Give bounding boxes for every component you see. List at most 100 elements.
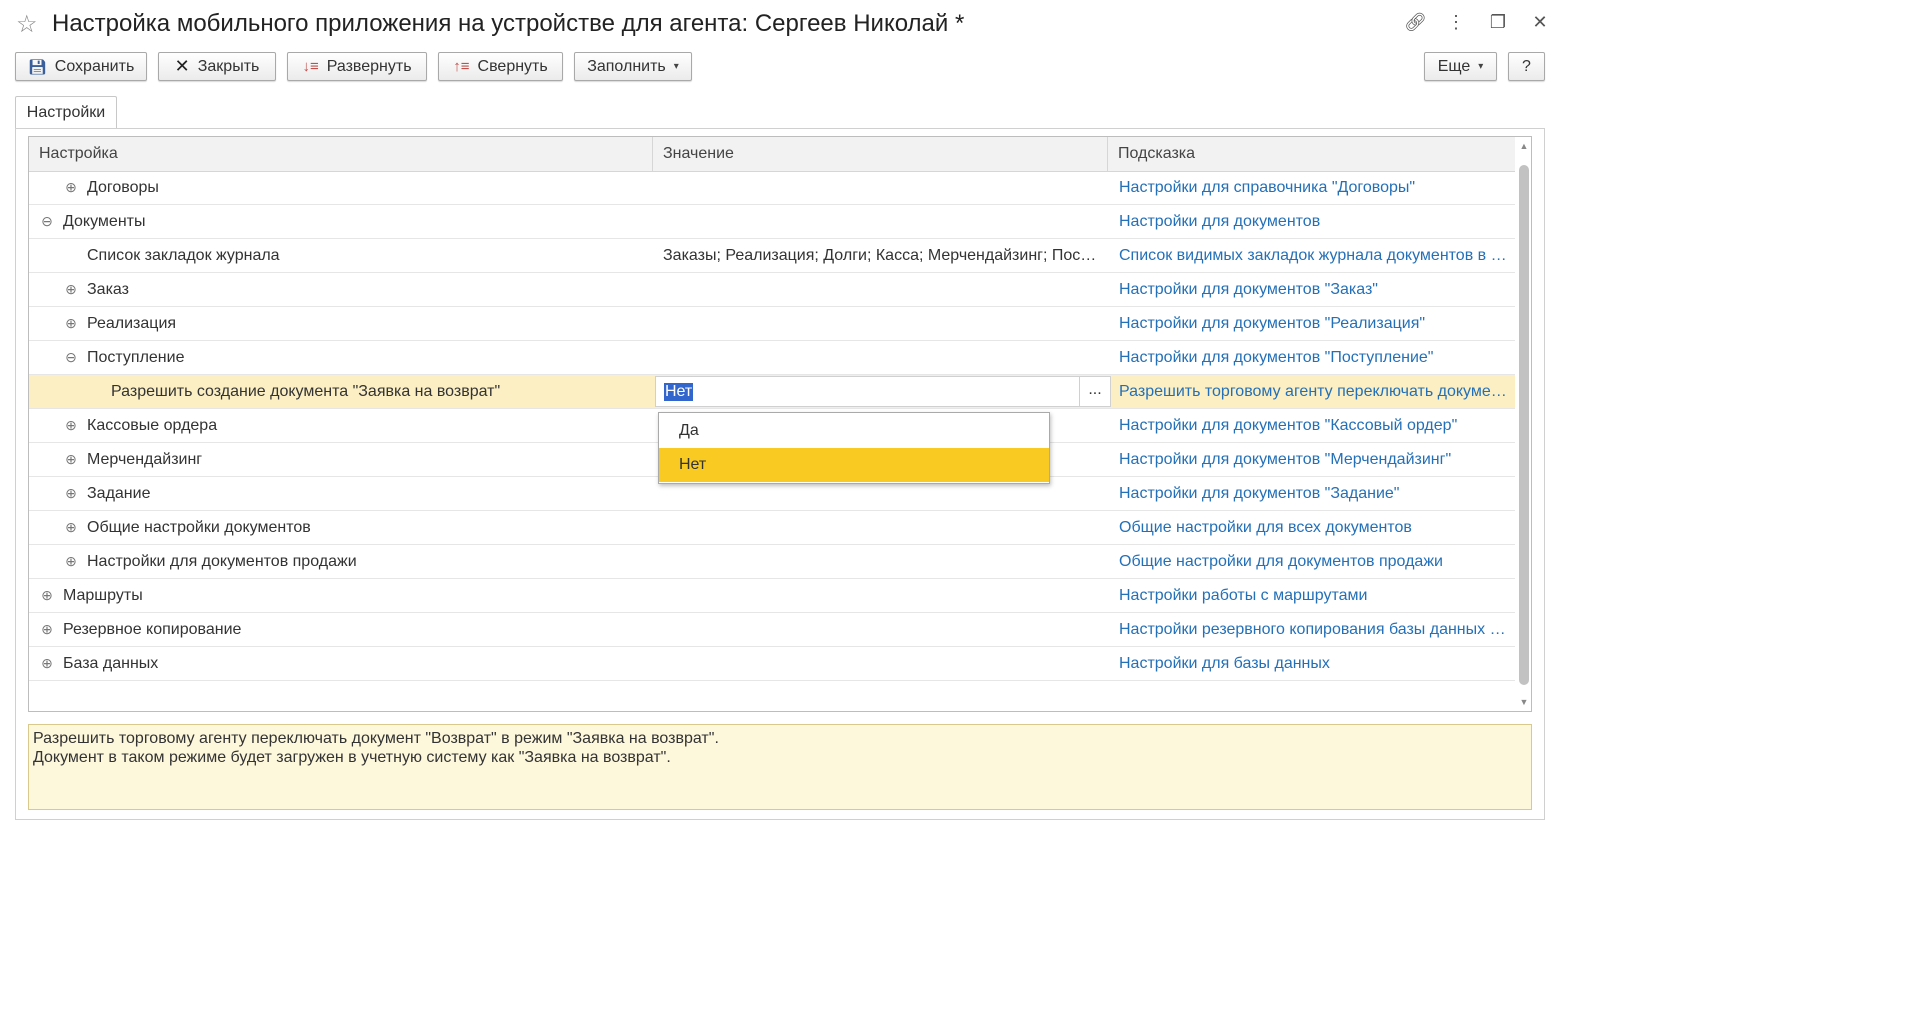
setting-value[interactable] [663, 511, 1103, 545]
table-row[interactable]: ⊕ База данных Настройки для базы данных [29, 647, 1515, 681]
setting-hint-link[interactable]: Настройки для документов "Задание" [1119, 477, 1509, 511]
expand-node-icon[interactable]: ⊕ [65, 316, 77, 330]
setting-name: Разрешить создание документа "Заявка на … [111, 383, 501, 400]
dropdown-option-no[interactable]: Нет [659, 448, 1049, 482]
expand-button-label: Развернуть [326, 57, 412, 75]
setting-hint-link[interactable]: Настройки работы с маршрутами [1119, 579, 1509, 613]
value-input-text[interactable]: Нет [664, 383, 694, 401]
expand-node-icon[interactable]: ⊕ [65, 282, 77, 296]
table-row[interactable]: ⊕ Резервное копирование Настройки резервно… [29, 613, 1515, 647]
expand-node-icon[interactable]: ⊕ [65, 452, 77, 466]
setting-value[interactable] [663, 205, 1103, 239]
setting-name: Задание [87, 485, 151, 502]
setting-hint-link[interactable]: Настройки для документов "Кассовый ордер… [1119, 409, 1509, 443]
setting-value[interactable] [663, 341, 1103, 375]
table-row[interactable]: ⊖ Документы Настройки для документов [29, 205, 1515, 239]
tab-settings[interactable]: Настройки [15, 96, 117, 128]
table-row[interactable]: Разрешить создание документа "Заявка на … [29, 375, 1515, 409]
setting-value[interactable] [663, 647, 1103, 681]
setting-name: Документы [63, 213, 146, 230]
setting-hint-link[interactable]: Настройки резервного копирования базы да… [1119, 613, 1509, 647]
window-controls: 🔗︎ ⋮ ❐ ✕ [1404, 12, 1550, 33]
setting-value[interactable] [663, 613, 1103, 647]
table-row[interactable]: ⊕ Маршруты Настройки работы с маршрутами [29, 579, 1515, 613]
column-header-setting[interactable]: Настройка [29, 137, 653, 171]
link-icon[interactable]: 🔗︎ [1404, 12, 1427, 33]
setting-hint-link[interactable]: Список видимых закладок журнала документ… [1119, 239, 1509, 273]
setting-value[interactable] [663, 307, 1103, 341]
collapse-node-icon[interactable]: ⊖ [41, 214, 53, 228]
scroll-up-icon[interactable]: ▲ [1519, 141, 1529, 151]
description-line-1: Разрешить торговому агенту переключать д… [33, 730, 719, 747]
setting-value[interactable] [663, 579, 1103, 613]
setting-name: Мерчендайзинг [87, 451, 203, 468]
setting-name: Заказ [87, 281, 129, 298]
expand-node-icon[interactable]: ⊕ [41, 656, 53, 670]
table-row[interactable]: ⊖ Поступление Настройки для документов "По… [29, 341, 1515, 375]
select-value-button[interactable]: ... [1079, 377, 1110, 406]
window-title: Настройка мобильного приложения на устро… [52, 10, 965, 37]
expand-node-icon[interactable]: ⊕ [41, 622, 53, 636]
more-vertical-icon[interactable]: ⋮ [1446, 12, 1466, 33]
setting-hint-link[interactable]: Разрешить торговому агенту переключать д… [1119, 375, 1509, 409]
setting-hint-link[interactable]: Настройки для документов "Реализация" [1119, 307, 1509, 341]
expand-button[interactable]: ↓≡ Развернуть [287, 52, 427, 81]
close-button[interactable]: ✕ Закрыть [158, 52, 276, 81]
column-header-value[interactable]: Значение [653, 137, 1108, 171]
setting-hint-link[interactable]: Настройки для документов "Мерчендайзинг" [1119, 443, 1509, 477]
expand-node-icon[interactable]: ⊕ [65, 486, 77, 500]
table-row[interactable]: ⊕ Общие настройки документов Общие настрой… [29, 511, 1515, 545]
setting-hint-link[interactable]: Настройки для документов "Поступление" [1119, 341, 1509, 375]
setting-hint-link[interactable]: Общие настройки для всех документов [1119, 511, 1509, 545]
setting-hint-link[interactable]: Общие настройки для документов продажи [1119, 545, 1509, 579]
setting-name: Кассовые ордера [87, 417, 218, 434]
setting-hint-link[interactable]: Настройки для документов [1119, 205, 1509, 239]
setting-value[interactable] [663, 273, 1103, 307]
setting-hint-link[interactable]: Настройки для документов "Заказ" [1119, 273, 1509, 307]
expand-node-icon[interactable]: ⊕ [65, 520, 77, 534]
expand-node-icon[interactable]: ⊕ [41, 588, 53, 602]
setting-name: Договоры [87, 179, 159, 196]
table-row[interactable]: Список закладок журнала Заказы; Реализаци… [29, 239, 1515, 273]
save-button-label: Сохранить [54, 57, 135, 75]
setting-hint-link[interactable]: Настройки для базы данных [1119, 647, 1509, 681]
star-icon[interactable]: ☆ [16, 10, 38, 39]
table-row[interactable]: ⊕ Реализация Настройки для документов "Реа… [29, 307, 1515, 341]
setting-value[interactable]: Заказы; Реализация; Долги; Касса; Мерчен… [663, 239, 1103, 273]
collapse-icon: ↑≡ [453, 58, 470, 75]
help-button-label: ? [1522, 57, 1531, 75]
expand-node-icon[interactable]: ⊕ [65, 180, 77, 194]
scrollbar-thumb[interactable] [1519, 165, 1529, 685]
value-dropdown-list: Да Нет [658, 412, 1050, 484]
expand-node-icon[interactable]: ⊕ [65, 554, 77, 568]
table-row[interactable]: ⊕ Договоры Настройки для справочника "Дого… [29, 171, 1515, 205]
setting-name: Общие настройки документов [87, 519, 311, 536]
table-row[interactable]: ⊕ Настройки для документов продажи Общие н… [29, 545, 1515, 579]
close-x-icon: ✕ [174, 56, 190, 76]
table-row[interactable]: ⊕ Заказ Настройки для документов "Заказ" [29, 273, 1515, 307]
more-button-label: Еще [1437, 57, 1471, 75]
scroll-down-icon[interactable]: ▼ [1519, 697, 1529, 707]
setting-hint-link[interactable]: Настройки для справочника "Договоры" [1119, 171, 1509, 205]
setting-name: Настройки для документов продажи [87, 553, 357, 570]
collapse-button[interactable]: ↑≡ Свернуть [438, 52, 563, 81]
description-line-2: Документ в таком режиме будет загружен в… [33, 749, 671, 766]
fill-dropdown-button[interactable]: Заполнить ▾ [574, 52, 692, 81]
expand-node-icon[interactable]: ⊕ [65, 418, 77, 432]
collapse-button-label: Свернуть [477, 57, 548, 75]
dropdown-option-yes[interactable]: Да [659, 414, 1049, 448]
restore-icon[interactable]: ❐ [1488, 12, 1508, 33]
value-input-field[interactable]: Нет... [655, 376, 1111, 407]
help-button[interactable]: ? [1508, 52, 1545, 81]
close-icon[interactable]: ✕ [1530, 12, 1550, 33]
collapse-node-icon[interactable]: ⊖ [65, 350, 77, 364]
more-dropdown-button[interactable]: Еще ▾ [1424, 52, 1497, 81]
floppy-disk-icon: 💾︎ [27, 58, 47, 76]
save-button[interactable]: 💾︎ Сохранить [15, 52, 147, 81]
column-header-hint[interactable]: Подсказка [1108, 137, 1515, 171]
vertical-scrollbar[interactable]: ▲ ▼ [1516, 137, 1531, 711]
setting-value[interactable] [663, 545, 1103, 579]
setting-name: Список закладок журнала [87, 247, 280, 264]
setting-value[interactable] [663, 171, 1103, 205]
chevron-down-icon: ▾ [1478, 61, 1484, 72]
